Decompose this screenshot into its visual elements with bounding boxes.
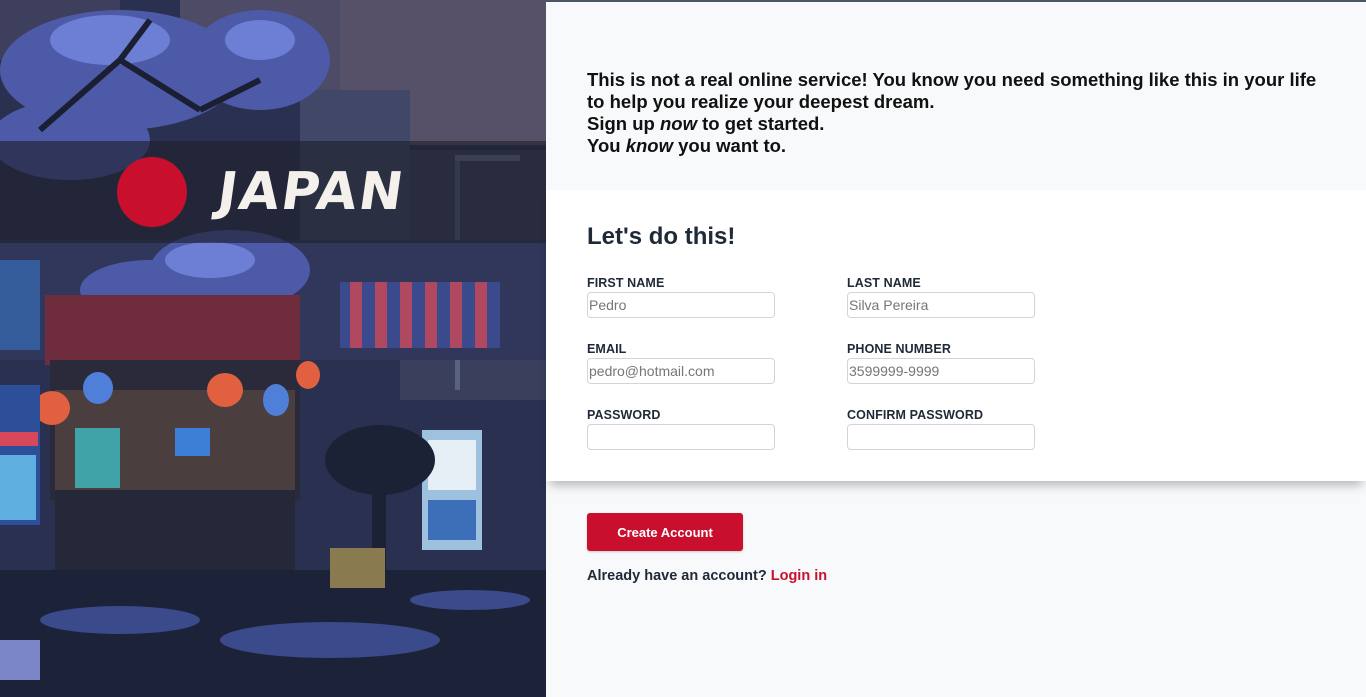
signup-panel: This is not a real online service! You k… bbox=[546, 0, 1366, 697]
confirm-password-group: CONFIRM PASSWORD bbox=[847, 408, 1035, 450]
first-name-input[interactable] bbox=[587, 292, 775, 318]
email-label: EMAIL bbox=[587, 342, 627, 356]
last-name-label: LAST NAME bbox=[847, 276, 921, 290]
intro-line-3: You know you want to. bbox=[587, 135, 787, 156]
intro-line-1: This is not a real online service! You k… bbox=[587, 69, 1317, 112]
intro-text: This is not a real online service! You k… bbox=[587, 69, 1327, 157]
page: JAPAN This is not a real online service!… bbox=[0, 0, 1366, 697]
login-prompt: Already have an account? Login in bbox=[587, 568, 827, 584]
first-name-group: FIRST NAME bbox=[587, 276, 775, 318]
password-input[interactable] bbox=[587, 424, 775, 450]
last-name-group: LAST NAME bbox=[847, 276, 1035, 318]
create-account-button[interactable]: Create Account bbox=[587, 513, 743, 551]
password-label: PASSWORD bbox=[587, 408, 661, 422]
phone-input[interactable] bbox=[847, 358, 1035, 384]
form-title: Let's do this! bbox=[587, 223, 736, 250]
first-name-label: FIRST NAME bbox=[587, 276, 665, 290]
hero-illustration: JAPAN bbox=[0, 0, 546, 697]
login-link[interactable]: Login in bbox=[771, 568, 827, 584]
email-group: EMAIL bbox=[587, 342, 775, 384]
confirm-password-label: CONFIRM PASSWORD bbox=[847, 408, 984, 422]
intro-line-2: Sign up now to get started. bbox=[587, 113, 825, 134]
password-group: PASSWORD bbox=[587, 408, 775, 450]
brand-logo: JAPAN bbox=[213, 162, 409, 222]
phone-group: PHONE NUMBER bbox=[847, 342, 1035, 384]
pixel-street-scene-image bbox=[0, 0, 546, 697]
phone-label: PHONE NUMBER bbox=[847, 342, 951, 356]
email-input[interactable] bbox=[587, 358, 775, 384]
last-name-input[interactable] bbox=[847, 292, 1035, 318]
login-prompt-text: Already have an account? bbox=[587, 568, 767, 584]
confirm-password-input[interactable] bbox=[847, 424, 1035, 450]
signup-form-card: Let's do this! FIRST NAME LAST NAME EMAI… bbox=[546, 190, 1366, 481]
rising-sun-icon bbox=[117, 157, 187, 227]
